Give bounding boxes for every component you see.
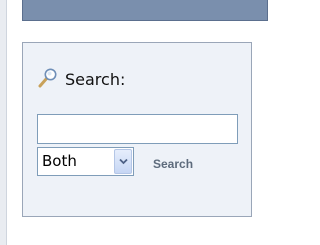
search-label: Search: <box>65 70 126 89</box>
search-button[interactable]: Search <box>153 157 193 171</box>
scope-selected-value: Both <box>42 152 77 170</box>
search-input[interactable] <box>37 114 238 144</box>
header-bar <box>22 0 268 21</box>
search-scope-select[interactable]: Both <box>37 147 134 176</box>
left-divider <box>0 0 7 245</box>
magnifier-icon <box>37 67 59 89</box>
dropdown-arrow-button[interactable] <box>114 149 132 174</box>
search-panel: Search: Both Search <box>22 42 252 217</box>
